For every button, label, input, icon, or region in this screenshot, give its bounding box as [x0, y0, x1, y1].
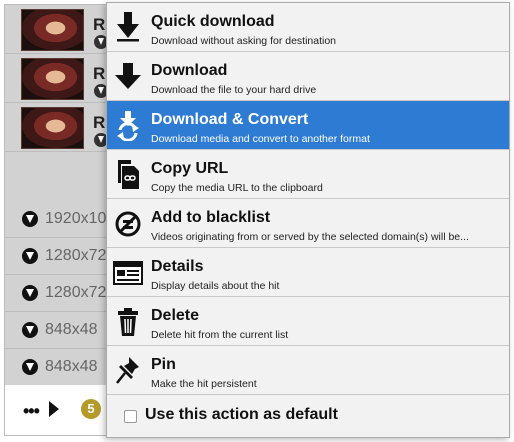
menu-item-details[interactable]: Details Display details about the hit	[107, 248, 509, 297]
action-menu: Quick download Download without asking f…	[106, 2, 510, 438]
use-as-default-row[interactable]: Use this action as default	[107, 395, 509, 437]
download-icon[interactable]	[22, 322, 38, 338]
menu-item-description: Display details about the hit	[151, 280, 280, 292]
menu-item-description: Download without asking for destination	[151, 35, 337, 47]
menu-item-description: Delete hit from the current list	[151, 329, 289, 341]
menu-item-description: Videos originating from or served by the…	[151, 231, 469, 243]
play-icon[interactable]	[49, 401, 59, 417]
use-as-default-checkbox[interactable]	[124, 410, 137, 423]
blacklist-icon	[115, 211, 141, 237]
menu-item-description: Download media and convert to another fo…	[151, 133, 370, 145]
media-thumbnail	[21, 58, 84, 100]
menu-item-description: Copy the media URL to the clipboard	[151, 182, 323, 194]
download-icon	[115, 63, 141, 89]
menu-item-title: Details	[151, 258, 204, 275]
menu-item-title: Download	[151, 62, 228, 79]
menu-item-title: Pin	[151, 356, 176, 373]
more-button[interactable]: •••	[23, 401, 40, 422]
copy-url-icon	[118, 160, 139, 189]
media-thumbnail	[21, 9, 84, 51]
download-icon[interactable]	[22, 211, 38, 227]
menu-item-download[interactable]: Download Download the file to your hard …	[107, 52, 509, 101]
menu-item-add-to-blacklist[interactable]: Add to blacklist Videos originating from…	[107, 199, 509, 248]
pin-icon	[116, 357, 139, 384]
resolution-label: 848x48	[45, 321, 98, 338]
menu-item-title: Delete	[151, 307, 200, 324]
download-convert-icon	[117, 111, 139, 141]
resolution-label: 1280x72	[45, 284, 107, 301]
resolution-label: 848x48	[45, 358, 98, 375]
menu-item-download-convert[interactable]: Download & Convert Download media and co…	[107, 101, 509, 150]
menu-item-copy-url[interactable]: Copy URL Copy the media URL to the clipb…	[107, 150, 509, 199]
menu-item-description: Download the file to your hard drive	[151, 84, 317, 96]
media-title: R	[93, 15, 106, 34]
menu-item-title: Add to blacklist	[151, 209, 271, 226]
menu-item-title: Copy URL	[151, 160, 229, 177]
resolution-label: 1280x72	[45, 247, 107, 264]
quick-download-icon	[117, 12, 139, 42]
menu-item-description: Make the hit persistent	[151, 378, 257, 390]
details-icon	[113, 261, 143, 285]
menu-item-title: Download & Convert	[151, 111, 309, 128]
download-icon[interactable]	[22, 248, 38, 264]
use-as-default-label: Use this action as default	[145, 406, 338, 423]
menu-item-quick-download[interactable]: Quick download Download without asking f…	[107, 3, 509, 52]
menu-item-pin[interactable]: Pin Make the hit persistent	[107, 346, 509, 395]
media-title: R	[93, 113, 106, 132]
trash-icon	[118, 308, 138, 336]
media-title: R	[93, 64, 106, 83]
menu-item-title: Quick download	[151, 13, 275, 30]
resolution-label: 1920x10	[45, 210, 107, 227]
download-icon[interactable]	[22, 359, 38, 375]
count-badge: 5	[81, 399, 101, 419]
download-icon[interactable]	[22, 285, 38, 301]
media-thumbnail	[21, 107, 84, 149]
menu-item-delete[interactable]: Delete Delete hit from the current list	[107, 297, 509, 346]
